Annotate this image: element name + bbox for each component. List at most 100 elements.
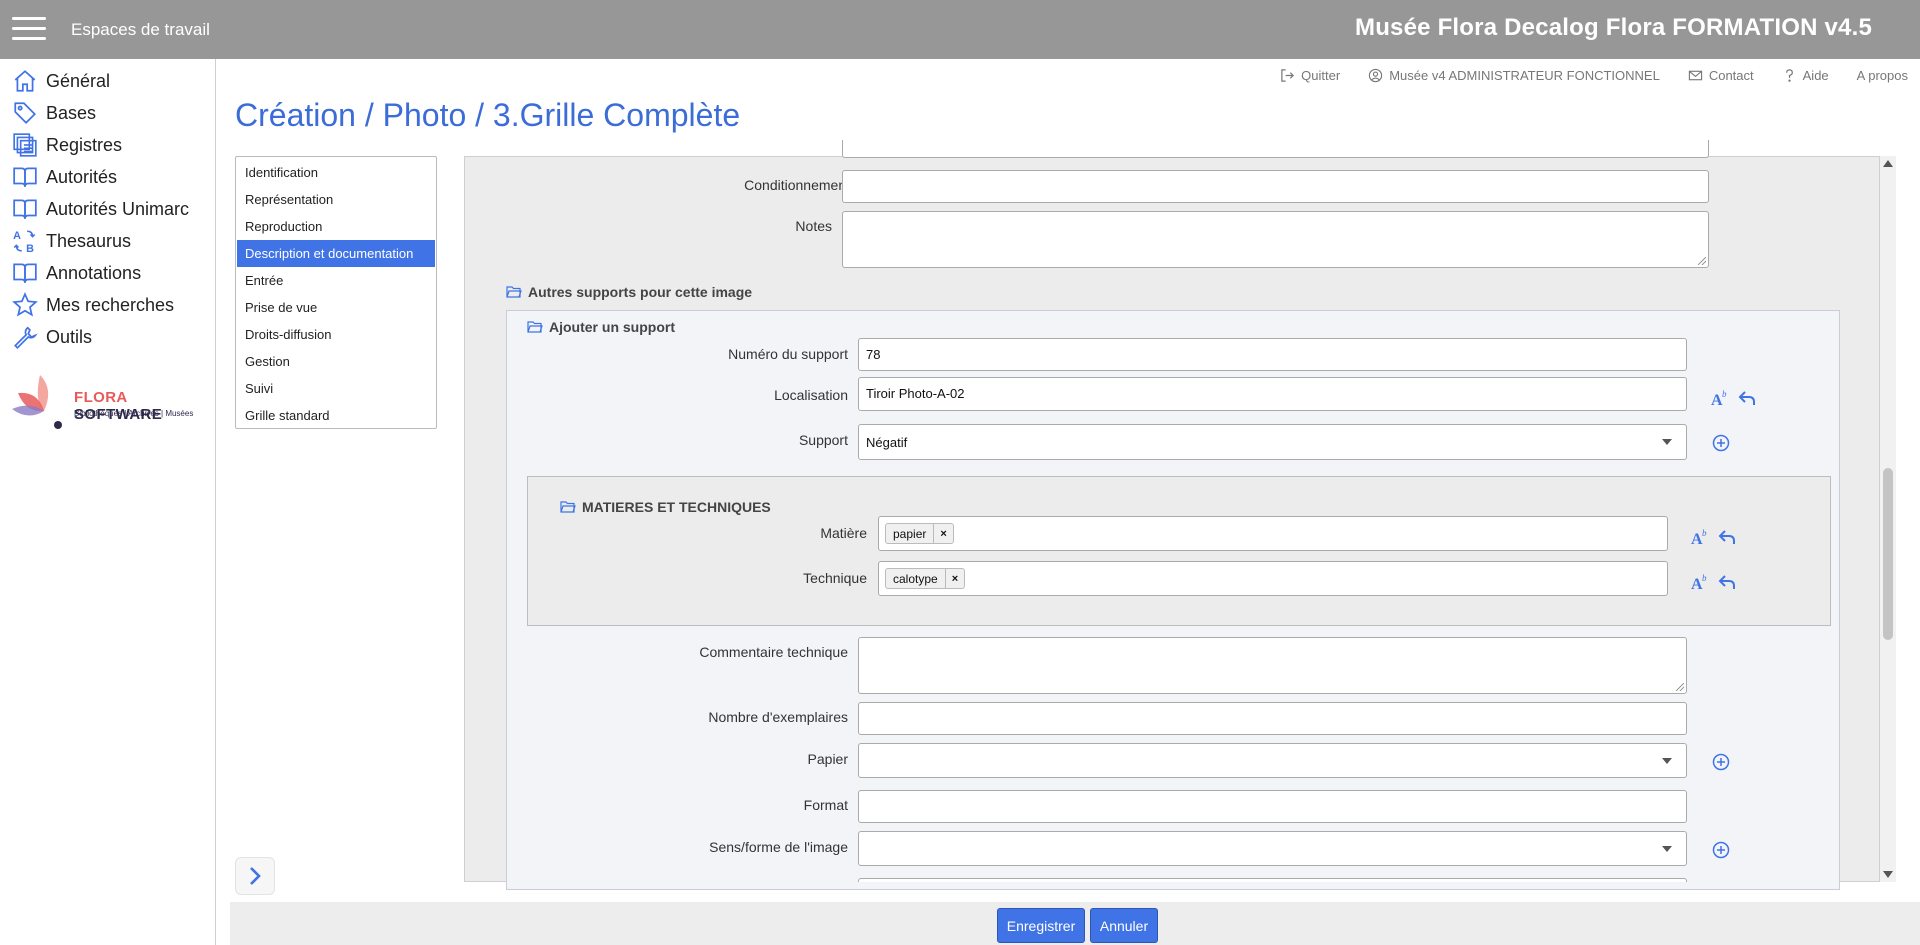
undo-icon[interactable] bbox=[1717, 572, 1737, 592]
expand-panel-button[interactable] bbox=[235, 857, 275, 895]
registers-icon bbox=[13, 133, 37, 157]
sidebar-item-label: Annotations bbox=[46, 262, 142, 283]
form-scrollbar[interactable] bbox=[1880, 156, 1896, 882]
commentaire-technique-label: Commentaire technique bbox=[699, 644, 848, 660]
sidebar-item-registres[interactable]: Registres bbox=[0, 129, 215, 161]
numero-support-input[interactable]: 78 bbox=[858, 338, 1687, 371]
sens-forme-image-select[interactable] bbox=[858, 831, 1687, 866]
previous-field[interactable] bbox=[842, 140, 1709, 158]
quit-link[interactable]: Quitter bbox=[1280, 68, 1340, 83]
matieres-techniques-title: MATIERES ET TECHNIQUES bbox=[560, 499, 771, 515]
support-select[interactable]: Négatif bbox=[858, 424, 1687, 460]
star-icon bbox=[12, 292, 38, 317]
sidebar-item-outils[interactable]: Outils bbox=[0, 321, 215, 353]
sidebar-item-label: Général bbox=[46, 70, 111, 91]
sidebar-item-label: Autorités bbox=[46, 166, 118, 187]
notes-textarea[interactable] bbox=[842, 211, 1709, 268]
other-supports-section-title: Autres supports pour cette image bbox=[506, 284, 752, 300]
tag-icon bbox=[14, 102, 36, 124]
section-droits-diffusion[interactable]: Droits-diffusion bbox=[237, 321, 435, 348]
section-grille-standard[interactable]: Grille standard bbox=[237, 402, 435, 429]
notes-label: Notes bbox=[795, 218, 832, 234]
svg-text:b: b bbox=[1702, 573, 1707, 583]
add-support-section-title: Ajouter un support bbox=[527, 319, 675, 335]
section-prise-de-vue[interactable]: Prise de vue bbox=[237, 294, 435, 321]
commentaire-technique-textarea[interactable] bbox=[858, 637, 1687, 694]
question-icon bbox=[1785, 69, 1793, 82]
undo-icon[interactable] bbox=[1737, 388, 1757, 408]
format-input[interactable] bbox=[858, 790, 1687, 823]
utility-links: Quitter Musée v4 ADMINISTRATEUR FONCTION… bbox=[1280, 68, 1908, 83]
svg-text:B: B bbox=[26, 243, 34, 254]
home-icon bbox=[14, 70, 36, 92]
next-field-partial[interactable] bbox=[858, 878, 1687, 882]
numero-support-label: Numéro du support bbox=[728, 346, 848, 362]
scroll-up-arrow[interactable] bbox=[1883, 160, 1893, 167]
add-circle-icon[interactable] bbox=[1711, 433, 1731, 453]
papier-label: Papier bbox=[807, 751, 848, 767]
undo-icon[interactable] bbox=[1717, 527, 1737, 547]
hamburger-menu-icon[interactable] bbox=[12, 17, 46, 41]
remove-tag-icon[interactable]: × bbox=[944, 569, 964, 588]
section-entree[interactable]: Entrée bbox=[237, 267, 435, 294]
thesaurus-icon: AB bbox=[13, 230, 36, 254]
user-link[interactable]: Musée v4 ADMINISTRATEUR FONCTIONNEL bbox=[1368, 68, 1660, 83]
add-circle-icon[interactable] bbox=[1711, 840, 1731, 860]
sidebar-item-bases[interactable]: Bases bbox=[0, 97, 215, 129]
nombre-exemplaires-input[interactable] bbox=[858, 702, 1687, 735]
sidebar-item-autorites[interactable]: Autorités bbox=[0, 161, 215, 193]
sidebar-item-label: Registres bbox=[46, 134, 123, 155]
sidebar-item-label: Outils bbox=[46, 326, 93, 347]
section-gestion[interactable]: Gestion bbox=[237, 348, 435, 375]
help-link[interactable]: Aide bbox=[1782, 68, 1829, 83]
technique-tag-input[interactable]: calotype × bbox=[878, 561, 1668, 596]
chevron-down-icon bbox=[1662, 758, 1672, 764]
sens-forme-image-label: Sens/forme de l'image bbox=[709, 839, 848, 855]
scrollbar-thumb[interactable] bbox=[1883, 468, 1893, 640]
sidebar-item-general[interactable]: Général bbox=[0, 65, 215, 97]
remove-tag-icon[interactable]: × bbox=[933, 524, 952, 543]
matiere-tag: papier × bbox=[885, 523, 954, 544]
folder-open-icon bbox=[506, 286, 522, 298]
chevron-down-icon bbox=[1662, 439, 1672, 445]
sidebar: Général Bases Registres Autorités Autori… bbox=[0, 59, 216, 945]
section-description-documentation[interactable]: Description et documentation bbox=[237, 240, 435, 267]
contact-link[interactable]: Contact bbox=[1688, 68, 1754, 83]
flora-software-logo: FLORA SOFTWARE Bibliothèques | Archives … bbox=[10, 371, 210, 431]
save-button[interactable]: Enregistrer bbox=[997, 908, 1085, 943]
section-representation[interactable]: Représentation bbox=[237, 186, 435, 213]
support-label: Support bbox=[798, 432, 848, 448]
papier-select[interactable] bbox=[858, 743, 1687, 778]
book-icon bbox=[13, 263, 37, 283]
logout-icon bbox=[1281, 69, 1295, 82]
conditionnement-input[interactable] bbox=[842, 170, 1709, 203]
sidebar-item-label: Bases bbox=[46, 102, 97, 123]
sidebar-item-mes-recherches[interactable]: Mes recherches bbox=[0, 289, 215, 321]
nombre-exemplaires-label: Nombre d'exemplaires bbox=[708, 709, 848, 725]
section-nav: Identification Représentation Reproducti… bbox=[235, 156, 437, 429]
text-format-icon[interactable]: Ab bbox=[1690, 572, 1710, 592]
localisation-label: Localisation bbox=[774, 387, 848, 403]
section-suivi[interactable]: Suivi bbox=[237, 375, 435, 402]
scroll-down-arrow[interactable] bbox=[1883, 871, 1893, 878]
top-bar: Espaces de travail Musée Flora Decalog F… bbox=[0, 0, 1920, 59]
user-icon bbox=[1369, 68, 1383, 83]
about-link[interactable]: A propos bbox=[1857, 68, 1908, 83]
text-format-icon[interactable]: Ab bbox=[1690, 527, 1710, 547]
add-circle-icon[interactable] bbox=[1711, 752, 1731, 772]
workspaces-link[interactable]: Espaces de travail bbox=[71, 20, 210, 40]
sidebar-item-label: Thesaurus bbox=[46, 230, 132, 251]
book-icon bbox=[13, 199, 37, 219]
sidebar-item-autorites-unimarc[interactable]: Autorités Unimarc bbox=[0, 193, 215, 225]
svg-text:b: b bbox=[1722, 389, 1727, 399]
sidebar-item-thesaurus[interactable]: AB Thesaurus bbox=[0, 225, 215, 257]
matiere-tag-input[interactable]: papier × bbox=[878, 516, 1668, 551]
sidebar-item-annotations[interactable]: Annotations bbox=[0, 257, 215, 289]
localisation-input[interactable]: Tiroir Photo-A-02 bbox=[858, 377, 1687, 411]
section-reproduction[interactable]: Reproduction bbox=[237, 213, 435, 240]
cancel-button[interactable]: Annuler bbox=[1090, 908, 1158, 943]
folder-open-icon bbox=[527, 321, 543, 333]
section-identification[interactable]: Identification bbox=[237, 159, 435, 186]
matiere-label: Matière bbox=[820, 525, 867, 541]
text-format-icon[interactable]: Ab bbox=[1710, 388, 1730, 408]
